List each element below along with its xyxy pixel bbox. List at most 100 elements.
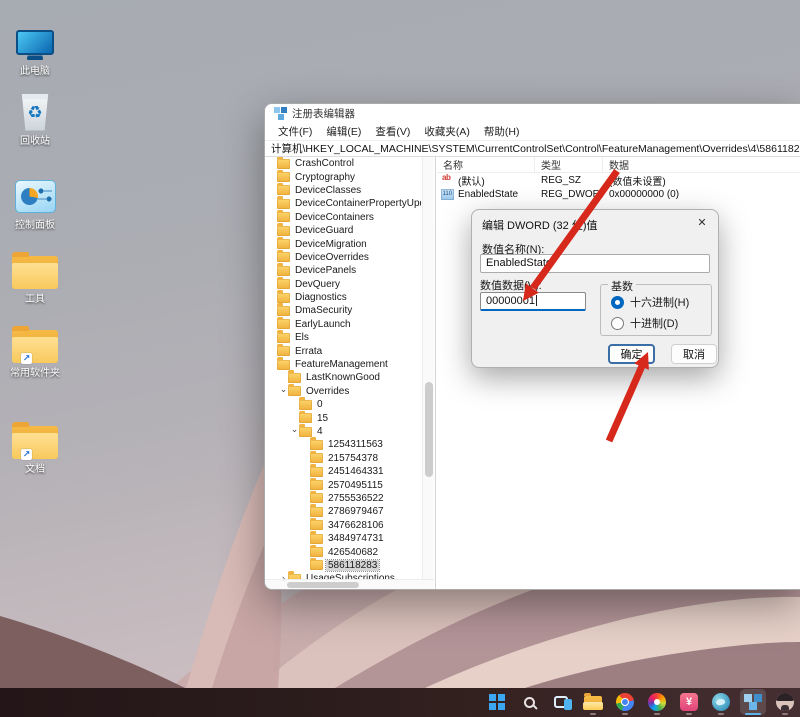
user-app-button[interactable] <box>772 689 798 715</box>
regedit-titlebar[interactable]: 注册表编辑器 <box>265 104 800 123</box>
tree-item[interactable]: Errata <box>265 343 421 357</box>
tree-item[interactable]: CrashControl <box>265 157 421 170</box>
desktop-icon-this-pc[interactable]: ↗ 此电脑 <box>3 22 67 78</box>
close-icon[interactable]: ✕ <box>694 215 710 231</box>
tree-item[interactable]: 586118283 <box>265 557 421 572</box>
tree-item-label: DeviceClasses <box>295 184 362 196</box>
tree-item[interactable]: 1254311563 <box>265 437 421 451</box>
tree-item[interactable]: Els <box>265 330 421 344</box>
chevron-icon[interactable] <box>290 427 299 436</box>
task-view-button[interactable] <box>548 689 574 715</box>
folder-icon <box>277 223 290 236</box>
ok-button[interactable]: 确定 <box>608 344 655 364</box>
tree-item[interactable]: 2755536522 <box>265 490 421 505</box>
tree-item[interactable]: 0 <box>265 397 421 411</box>
menu-item[interactable]: 收藏夹(A) <box>417 124 477 139</box>
tree-item[interactable]: Diagnostics <box>265 290 421 304</box>
tree-item-label: 215754378 <box>328 452 379 464</box>
folder-icon <box>310 517 323 531</box>
tree-item[interactable]: 2451464331 <box>265 464 421 478</box>
taskbar-app-icon: ¥ <box>680 693 698 711</box>
tree-item-label: DeviceOverrides <box>295 251 369 263</box>
chrome-button[interactable] <box>612 689 638 715</box>
scrollbar-thumb[interactable] <box>287 582 359 588</box>
decimal-radio[interactable]: 十进制(D) <box>611 315 678 331</box>
chevron-icon[interactable] <box>279 387 288 396</box>
folder-icon <box>12 422 58 459</box>
desktop-icon-label: 工具 <box>25 294 45 305</box>
pink-pay-app-button[interactable]: ¥ <box>676 689 702 715</box>
panel-divider[interactable] <box>435 157 436 589</box>
tree-item[interactable]: 2570495115 <box>265 477 421 491</box>
tree-item[interactable]: 3476628106 <box>265 517 421 532</box>
tree-item[interactable]: 2786979467 <box>265 504 421 518</box>
file-explorer-button[interactable] <box>580 689 606 715</box>
EnabledState[interactable]: EnabledState REG_DWORD 0x00000000 (0) <box>437 188 800 203</box>
tree-vertical-scrollbar[interactable] <box>422 157 434 579</box>
tree-item[interactable]: Overrides <box>265 383 421 398</box>
edge-browser-button[interactable] <box>644 689 670 715</box>
tree-item-label: FeatureManagement <box>295 359 388 371</box>
dialog-title: 编辑 DWORD (32 位)值 <box>482 220 598 232</box>
control-panel-icon <box>14 179 56 213</box>
tree-item[interactable]: DmaSecurity <box>265 303 421 317</box>
tree-horizontal-scrollbar[interactable] <box>265 579 434 589</box>
desktop-icon-control-panel[interactable]: ↗ 控制面板 <box>3 176 67 232</box>
tree-item-label: 0 <box>317 399 323 411</box>
tree-item[interactable]: 3484974731 <box>265 531 421 545</box>
scrollbar-thumb[interactable] <box>425 382 433 477</box>
taskbar-app-icon <box>489 694 505 710</box>
search-button[interactable] <box>516 689 542 715</box>
tree-item[interactable]: FeatureManagement <box>265 357 421 371</box>
desktop-icon-recycle-bin[interactable]: ↗ 回收站 <box>3 92 67 148</box>
taskbar: ¥ <box>0 688 800 717</box>
menu-item[interactable]: 文件(F) <box>271 124 319 139</box>
cancel-button[interactable]: 取消 <box>671 344 717 364</box>
tree-item[interactable]: DeviceClasses <box>265 182 421 197</box>
tree-item-label: 2570495115 <box>328 479 383 491</box>
registry-address-bar[interactable]: 计算机\HKEY_LOCAL_MACHINE\SYSTEM\CurrentCon… <box>265 140 800 157</box>
registry-editor-button[interactable] <box>740 689 766 715</box>
column-header-type[interactable]: 类型 <box>535 157 603 172</box>
folder-icon <box>310 477 323 491</box>
tree-item[interactable]: DevicePanels <box>265 263 421 277</box>
tree-item[interactable]: 15 <box>265 410 421 424</box>
start-button[interactable] <box>484 689 510 715</box>
tree-item[interactable]: DeviceGuard <box>265 223 421 237</box>
tree-item[interactable]: EarlyLaunch <box>265 316 421 331</box>
radio-unselected-icon[interactable] <box>611 316 624 330</box>
(默认)[interactable]: (默认) REG_SZ (数值未设置) <box>437 173 800 188</box>
folder-icon <box>310 544 323 558</box>
tree-item[interactable]: DevQuery <box>265 276 421 291</box>
tree-item[interactable]: Cryptography <box>265 169 421 183</box>
tree-item[interactable]: 215754378 <box>265 450 421 465</box>
desktop-icon-folder-tools[interactable]: ↗ 工具 <box>3 250 67 306</box>
menu-item[interactable]: 帮助(H) <box>477 124 527 139</box>
column-header-data[interactable]: 数据 <box>603 157 800 172</box>
menu-item[interactable]: 查看(V) <box>368 124 417 139</box>
tree-item[interactable]: DeviceMigration <box>265 236 421 250</box>
taskbar-app-icon <box>712 693 730 711</box>
column-header-name[interactable]: 名称 <box>437 157 535 172</box>
radio-selected-icon[interactable] <box>611 295 624 309</box>
tree-item[interactable]: 426540682 <box>265 544 421 558</box>
value-name-field[interactable]: EnabledState <box>480 254 710 273</box>
folder-icon <box>277 276 290 290</box>
tree-item-label: 3484974731 <box>328 533 384 545</box>
desktop-icon-folder-docs[interactable]: ↗ 文档 <box>3 420 67 476</box>
tree-item[interactable]: 4 <box>265 424 421 438</box>
value-data-input[interactable]: 00000001 <box>480 292 586 311</box>
tree-item[interactable]: DeviceContainerPropertyUpda <box>265 196 421 210</box>
tree-item-label: 4 <box>317 426 323 437</box>
hexadecimal-radio[interactable]: 十六进制(H) <box>611 294 689 310</box>
tree-item[interactable]: DeviceContainers <box>265 209 421 224</box>
values-header-row: 名称 类型 数据 <box>437 157 800 173</box>
tree-item[interactable]: LastKnownGood <box>265 370 421 384</box>
desktop-icon-folder-software[interactable]: ↗ 常用软件夹 <box>3 324 67 380</box>
folder-icon <box>310 531 323 544</box>
tree-item[interactable]: UsageSubscriptions <box>265 571 421 579</box>
folder-icon <box>299 397 312 410</box>
tree-item[interactable]: DeviceOverrides <box>265 249 421 264</box>
menu-item[interactable]: 编辑(E) <box>319 124 368 139</box>
paint-app-button[interactable] <box>708 689 734 715</box>
